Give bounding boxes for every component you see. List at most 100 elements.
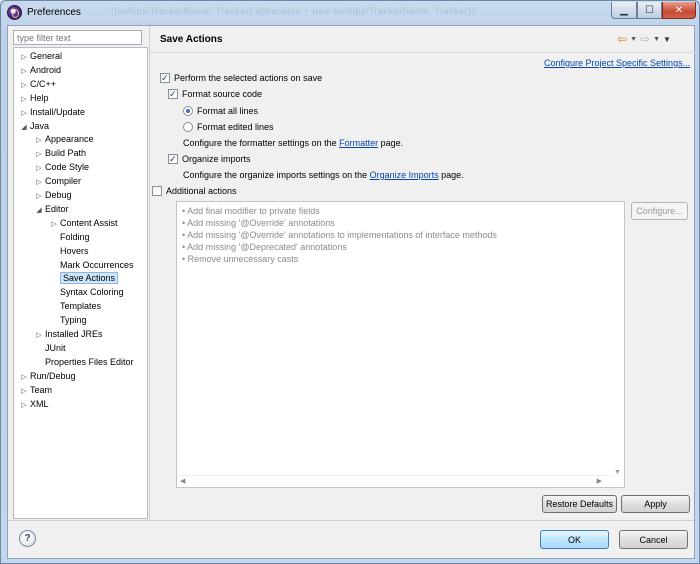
maximize-icon: ☐ (645, 4, 654, 16)
format-edited-radio[interactable] (183, 122, 193, 132)
collapsed-arrow-icon[interactable]: ▷ (33, 134, 45, 147)
tree-item[interactable]: Hovers (48, 245, 89, 258)
list-item[interactable]: • Add missing '@Deprecated' annotations (182, 241, 347, 253)
forward-dropdown-icon[interactable]: ▼ (653, 36, 660, 43)
tree-item-label: Build Path (45, 148, 87, 159)
collapsed-arrow-icon[interactable]: ▷ (18, 385, 30, 398)
format-all-option[interactable]: Format all lines (183, 105, 258, 117)
tree-item[interactable]: ▷ Android (18, 64, 61, 77)
tree-item[interactable]: Syntax Coloring (48, 286, 124, 299)
collapsed-arrow-icon[interactable]: ▷ (18, 51, 30, 64)
organize-imports-checkbox[interactable] (168, 153, 178, 165)
tree-item-label: Installed JREs (45, 329, 103, 339)
tree-item[interactable]: ◢ Editor (33, 203, 68, 217)
list-item[interactable]: • Add missing '@Override' annotations (182, 217, 335, 229)
tree-item[interactable]: Templates (48, 300, 101, 313)
minimize-button[interactable]: ▁ (611, 2, 637, 19)
collapsed-arrow-icon[interactable]: ▷ (33, 176, 45, 189)
tree-item[interactable]: Folding (48, 231, 90, 244)
collapsed-arrow-icon[interactable]: ▷ (33, 148, 45, 161)
tree-item[interactable]: ◢ Java (18, 120, 49, 133)
tree-item[interactable]: ▷ Install/Update (18, 106, 85, 119)
cancel-button[interactable]: Cancel (619, 530, 688, 549)
title-separator (150, 52, 695, 53)
collapsed-arrow-icon[interactable]: ▷ (33, 190, 45, 203)
title-bar[interactable]: Preferences (tooltips/TrackerName, Track… (1, 1, 699, 25)
organize-imports-label: Organize imports (182, 154, 251, 164)
tree-item[interactable]: JUnit (33, 342, 66, 355)
tree-item[interactable]: Typing (48, 314, 87, 327)
configure-button[interactable]: Configure... (631, 202, 688, 220)
tree-item-label: Syntax Coloring (60, 287, 124, 298)
formatter-note-text: Configure the formatter settings on the (183, 138, 340, 148)
tree-item[interactable]: ▷ Content Assist (48, 217, 117, 231)
collapsed-arrow-icon[interactable]: ▷ (18, 399, 30, 412)
tree-item[interactable]: Save Actions (48, 272, 119, 285)
collapsed-arrow-icon[interactable]: ▷ (48, 218, 60, 231)
perform-on-save-checkbox[interactable] (160, 72, 170, 84)
tree-item[interactable]: ▷ C/C++ (18, 78, 56, 91)
ok-button[interactable]: OK (540, 530, 609, 549)
vertical-scrollbar[interactable]: ▼ (612, 202, 624, 476)
collapsed-arrow-icon[interactable]: ▷ (18, 65, 30, 78)
tree-item[interactable]: ▷ Code Style (33, 161, 89, 174)
dialog-client-area: ▷General▷Android▷C/C++▷Help▷Install/Upda… (7, 25, 695, 559)
tree-item[interactable]: Mark Occurrences (48, 259, 134, 272)
format-source-checkbox[interactable] (168, 88, 178, 100)
collapsed-arrow-icon[interactable]: ▷ (18, 93, 30, 106)
organize-imports-option[interactable]: Organize imports (168, 153, 251, 165)
apply-button[interactable]: Apply (621, 495, 690, 513)
tree-item-label: Java (30, 120, 50, 131)
additional-actions-option[interactable]: Additional actions (152, 185, 237, 197)
tree-item[interactable]: ▷ Compiler (33, 175, 81, 188)
restore-defaults-button[interactable]: Restore Defaults (542, 495, 617, 513)
formatter-link[interactable]: Formatter (339, 138, 378, 148)
perform-on-save-option[interactable]: Perform the selected actions on save (160, 72, 322, 84)
tree-item[interactable]: ▷ General (18, 50, 62, 63)
collapsed-arrow-icon[interactable]: ▷ (18, 79, 30, 92)
back-dropdown-icon[interactable]: ▼ (630, 36, 637, 43)
collapsed-arrow-icon[interactable]: ▷ (33, 162, 45, 175)
tree-item[interactable]: ▷ Installed JREs (33, 328, 103, 342)
expanded-arrow-icon[interactable]: ◢ (18, 121, 30, 134)
configure-project-settings-link[interactable]: Configure Project Specific Settings... (544, 58, 690, 68)
pane-divider[interactable] (149, 26, 150, 520)
list-item-label: Add final modifier to private fields (187, 206, 320, 216)
filter-input[interactable] (13, 30, 142, 45)
tree-item[interactable]: ▷ Run/Debug (18, 370, 75, 384)
organize-imports-link[interactable]: Organize Imports (370, 170, 439, 180)
formatter-note: Configure the formatter settings on the … (183, 138, 403, 148)
additional-actions-list[interactable]: ▼ ◀ ▶ • Add final modifier to private fi… (176, 201, 625, 488)
tree-item[interactable]: ▷ Build Path (33, 147, 86, 160)
tree-item[interactable]: ▷ Appearance (33, 133, 93, 147)
list-item[interactable]: • Add final modifier to private fields (182, 205, 320, 217)
list-item[interactable]: • Remove unnecessary casts (182, 253, 298, 265)
tree-item[interactable]: ▷ Team (18, 384, 52, 397)
scroll-left-icon[interactable]: ◀ (180, 477, 185, 485)
tree-item[interactable]: ▷ XML (18, 398, 48, 412)
scroll-down-icon[interactable]: ▼ (614, 469, 621, 476)
format-all-radio[interactable] (183, 106, 193, 116)
expanded-arrow-icon[interactable]: ◢ (33, 204, 45, 217)
collapsed-arrow-icon[interactable]: ▷ (18, 107, 30, 120)
close-button[interactable]: ✕ (662, 2, 696, 19)
collapsed-arrow-icon[interactable]: ▷ (18, 371, 30, 384)
horizontal-scrollbar[interactable]: ◀ ▶ (177, 475, 614, 487)
scroll-right-icon[interactable]: ▶ (597, 477, 602, 485)
format-source-option[interactable]: Format source code (168, 88, 262, 100)
back-arrow-icon[interactable]: ⇦ (617, 32, 627, 46)
format-edited-label: Format edited lines (197, 122, 274, 132)
maximize-button[interactable]: ☐ (637, 2, 662, 19)
help-icon[interactable]: ? (19, 530, 36, 547)
format-edited-option[interactable]: Format edited lines (183, 121, 274, 133)
view-menu-icon[interactable]: ▼ (663, 35, 671, 44)
tree-item[interactable]: ▷ Debug (33, 189, 71, 203)
forward-arrow-icon[interactable]: ⇨ (640, 32, 650, 46)
tree-item[interactable]: Properties Files Editor (33, 356, 134, 369)
additional-actions-checkbox[interactable] (152, 186, 162, 196)
collapsed-arrow-icon[interactable]: ▷ (33, 329, 45, 342)
tree-item[interactable]: ▷ Help (18, 92, 48, 106)
imports-note-suffix: page. (438, 170, 464, 180)
list-item-label: Add missing '@Override' annotations to i… (187, 230, 497, 240)
list-item[interactable]: • Add missing '@Override' annotations to… (182, 229, 497, 241)
